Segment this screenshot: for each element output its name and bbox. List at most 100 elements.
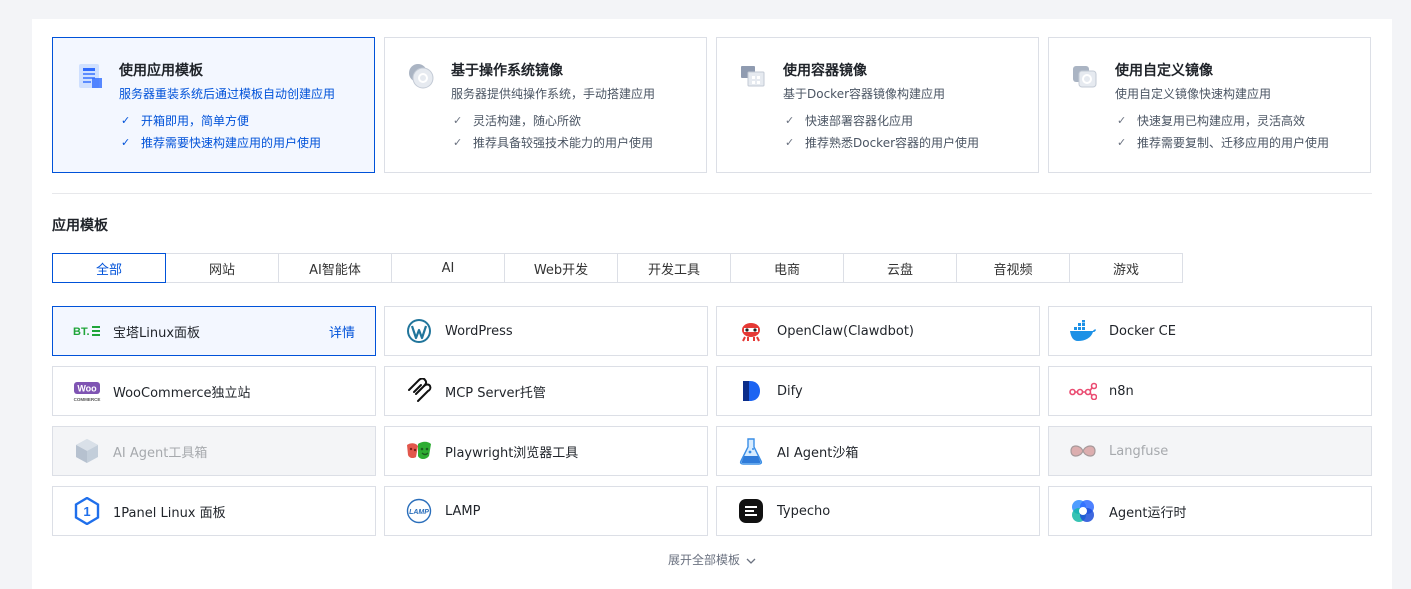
svg-text:1: 1 (83, 504, 90, 519)
template-card-playwright[interactable]: Playwright浏览器工具 (384, 426, 708, 476)
template-name: 1Panel Linux 面板 (113, 505, 226, 521)
expand-all-templates[interactable]: 展开全部模板 (32, 551, 1392, 568)
image-source-options: 使用应用模板 服务器重装系统后通过模板自动创建应用 ✓ 开箱即用，简单方便 ✓ 推荐… (52, 37, 1371, 173)
source-desc: 使用自定义镜像快速构建应用 (1115, 87, 1272, 101)
template-grid: BT. 宝塔Linux面板 详情 WordPress OpenClaw(Claw… (52, 306, 1372, 536)
source-card-custom-image[interactable]: 使用自定义镜像 使用自定义镜像快速构建应用 ✓ 快速复用已构建应用，灵活高效 ✓ 推… (1048, 37, 1371, 173)
check-icon: ✓ (121, 136, 131, 149)
1panel-icon: 1 (73, 497, 101, 525)
check-icon: ✓ (785, 114, 795, 127)
template-name: WordPress (445, 323, 513, 339)
template-name: Docker CE (1109, 323, 1176, 339)
template-name: Playwright浏览器工具 (445, 445, 579, 461)
tab-cloud-drive[interactable]: 云盘 (843, 253, 957, 283)
template-card-openclaw[interactable]: OpenClaw(Clawdbot) (716, 306, 1040, 356)
main-panel: 使用应用模板 服务器重装系统后通过模板自动创建应用 ✓ 开箱即用，简单方便 ✓ 推荐… (32, 19, 1392, 589)
svg-text:Woo: Woo (77, 384, 97, 394)
tab-website[interactable]: 网站 (165, 253, 279, 283)
woocommerce-icon: Woo COMMERCE (73, 377, 101, 405)
svg-text:LAMP: LAMP (409, 509, 429, 516)
source-card-container-image[interactable]: 使用容器镜像 基于Docker容器镜像构建应用 ✓ 快速部署容器化应用 ✓ 推荐熟悉… (716, 37, 1039, 173)
template-card-n8n[interactable]: n8n (1048, 366, 1372, 416)
tab-ai[interactable]: AI (391, 253, 505, 283)
template-card-agent-runtime[interactable]: Agent运行时 (1048, 486, 1372, 536)
template-name: AI Agent工具箱 (113, 445, 208, 461)
source-desc: 服务器重装系统后通过模板自动创建应用 (119, 87, 336, 101)
openclaw-icon (737, 317, 765, 345)
source-feature: ✓ 开箱即用，简单方便 (121, 110, 374, 132)
tab-audio-video[interactable]: 音视频 (956, 253, 1070, 283)
lamp-icon: LAMP (405, 497, 433, 525)
custom-image-icon (1069, 60, 1101, 92)
source-card-os-image[interactable]: 基于操作系统镜像 服务器提供纯操作系统，手动搭建应用 ✓ 灵活构建，随心所欲 ✓ 推… (384, 37, 707, 173)
source-feature: ✓ 快速复用已构建应用，灵活高效 (1117, 110, 1370, 132)
n8n-icon (1069, 377, 1097, 405)
section-divider (52, 193, 1372, 194)
template-card-ai-agent-toolbox: AI Agent工具箱 (52, 426, 376, 476)
template-card-wordpress[interactable]: WordPress (384, 306, 708, 356)
template-card-docker-ce[interactable]: Docker CE (1048, 306, 1372, 356)
category-tabs: 全部 网站 AI智能体 AI Web开发 开发工具 电商 云盘 音视频 游戏 (52, 253, 1183, 283)
template-name: AI Agent沙箱 (777, 445, 859, 461)
template-name: n8n (1109, 383, 1134, 399)
template-card-typecho[interactable]: Typecho (716, 486, 1040, 536)
template-name: MCP Server托管 (445, 385, 546, 401)
wordpress-icon (405, 317, 433, 345)
template-card-lamp[interactable]: LAMP LAMP (384, 486, 708, 536)
app-template-icon (73, 60, 105, 92)
expand-label: 展开全部模板 (667, 553, 740, 567)
source-title: 使用容器镜像 (783, 63, 867, 79)
template-name: Dify (777, 383, 803, 399)
template-card-woocommerce[interactable]: Woo COMMERCE WooCommerce独立站 (52, 366, 376, 416)
langfuse-icon (1069, 437, 1097, 465)
check-icon: ✓ (1117, 136, 1127, 149)
source-feature: ✓ 推荐熟悉Docker容器的用户使用 (785, 132, 1038, 154)
chevron-down-icon (746, 553, 756, 567)
tab-web-dev[interactable]: Web开发 (504, 253, 618, 283)
template-card-dify[interactable]: Dify (716, 366, 1040, 416)
mcp-icon (405, 377, 433, 405)
template-name: Langfuse (1109, 443, 1169, 459)
source-title: 基于操作系统镜像 (451, 63, 563, 79)
template-name: WooCommerce独立站 (113, 385, 251, 401)
source-feature: ✓ 推荐需要复制、迁移应用的用户使用 (1117, 132, 1370, 154)
svg-text:COMMERCE: COMMERCE (74, 397, 101, 402)
tab-games[interactable]: 游戏 (1069, 253, 1183, 283)
source-title: 使用应用模板 (119, 63, 203, 79)
source-feature: ✓ 推荐具备较强技术能力的用户使用 (453, 132, 706, 154)
docker-icon (1069, 317, 1097, 345)
dify-icon (737, 377, 765, 405)
section-title: 应用模板 (52, 218, 108, 234)
template-name: Agent运行时 (1109, 505, 1187, 521)
template-card-ai-agent-sandbox[interactable]: AI Agent沙箱 (716, 426, 1040, 476)
template-card-bt-panel[interactable]: BT. 宝塔Linux面板 详情 (52, 306, 376, 356)
source-feature: ✓ 快速部署容器化应用 (785, 110, 1038, 132)
template-name: OpenClaw(Clawdbot) (777, 323, 914, 339)
check-icon: ✓ (453, 136, 463, 149)
check-icon: ✓ (121, 114, 131, 127)
template-card-1panel[interactable]: 1 1Panel Linux 面板 (52, 486, 376, 536)
source-feature: ✓ 推荐需要快速构建应用的用户使用 (121, 132, 374, 154)
template-card-langfuse: Langfuse (1048, 426, 1372, 476)
detail-link[interactable]: 详情 (329, 322, 355, 341)
source-desc: 基于Docker容器镜像构建应用 (783, 87, 946, 101)
tab-ecommerce[interactable]: 电商 (730, 253, 844, 283)
tab-dev-tools[interactable]: 开发工具 (617, 253, 731, 283)
source-feature: ✓ 灵活构建，随心所欲 (453, 110, 706, 132)
source-title: 使用自定义镜像 (1115, 63, 1213, 79)
tab-ai-agent[interactable]: AI智能体 (278, 253, 392, 283)
container-image-icon (737, 60, 769, 92)
ai-agent-toolbox-icon (73, 437, 101, 465)
os-image-icon (405, 60, 437, 92)
svg-text:BT.: BT. (73, 326, 90, 338)
template-card-mcp-server[interactable]: MCP Server托管 (384, 366, 708, 416)
check-icon: ✓ (785, 136, 795, 149)
template-name: LAMP (445, 503, 481, 519)
source-desc: 服务器提供纯操作系统，手动搭建应用 (451, 87, 656, 101)
bt-panel-icon: BT. (73, 317, 101, 345)
source-card-app-template[interactable]: 使用应用模板 服务器重装系统后通过模板自动创建应用 ✓ 开箱即用，简单方便 ✓ 推荐… (52, 37, 375, 173)
tab-all[interactable]: 全部 (52, 253, 166, 283)
ai-agent-sandbox-icon (737, 437, 765, 465)
template-name: 宝塔Linux面板 (113, 325, 201, 341)
typecho-icon (737, 497, 765, 525)
